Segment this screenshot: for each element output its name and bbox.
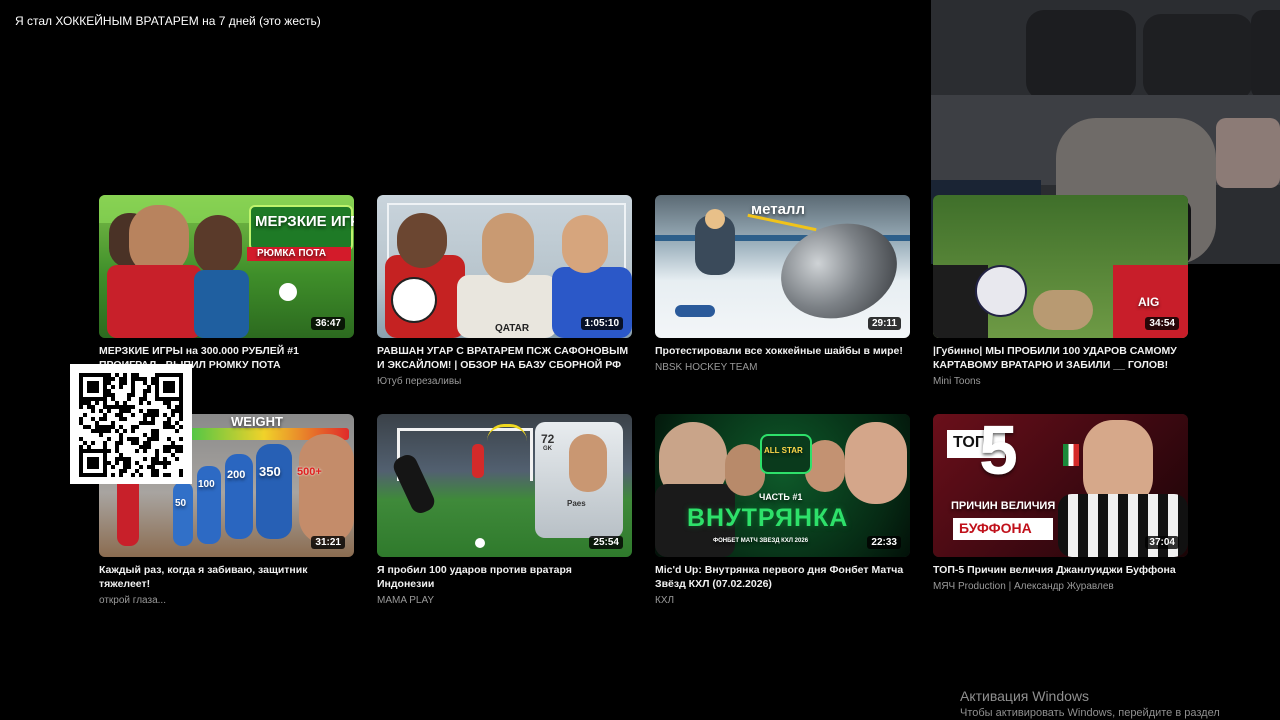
thumbnail-text: ФОНБЕТ МАТЧ ЗВЕЗД КХЛ 2026 [713,538,809,544]
thumbnail-text: 500+ [297,466,322,478]
video-duration: 22:33 [867,536,901,549]
thumbnail-text: 200 [227,469,246,481]
video-duration: 37:04 [1145,536,1179,549]
player-title: Я стал ХОККЕЙНЫМ ВРАТАРЕМ на 7 дней (это… [15,14,321,28]
thumbnail-text: 50 [175,498,187,509]
thumbnail-text: РЮМКА ПОТА [257,248,327,259]
thumbnail-text: Paes [567,499,586,508]
thumbnail-text: 350 [259,464,281,479]
thumbnail-text: ПРИЧИН ВЕЛИЧИЯ [951,500,1056,512]
video-card[interactable]: ALL STAR ЧАСТЬ #1 ВНУТРЯНКА ФОНБЕТ МАТЧ … [655,414,910,607]
windows-activation-watermark: Активация Windows Чтобы активировать Win… [960,688,1220,719]
channel-name[interactable]: Mini Toons [933,375,1188,388]
qr-code [70,364,192,484]
thumbnail-text: 100 [198,479,215,490]
video-title[interactable]: Каждый раз, когда я забиваю, защитник тя… [99,563,354,591]
video-thumbnail[interactable]: МЕРЗКИЕ ИГРЫ РЮМКА ПОТА 36:47 [99,195,354,338]
watermark-subtitle: Чтобы активировать Windows, перейдите в … [960,707,1220,719]
channel-name[interactable]: КХЛ [655,594,910,607]
video-duration: 25:54 [589,536,623,549]
channel-name[interactable]: открой глаза... [99,594,354,607]
channel-name[interactable]: MAMA PLAY [377,594,632,607]
thumbnail-text: ALL STAR [764,446,803,455]
video-title[interactable]: ТОП-5 Причин величия Джанлуиджи Буффона [933,563,1188,577]
video-title[interactable]: Я пробил 100 ударов против вратаря Индон… [377,563,632,591]
video-title[interactable]: РАВШАН УГАР С ВРАТАРЕМ ПСЖ САФОНОВЫМ И Э… [377,344,632,372]
thumbnail-text: WEIGHT [231,414,283,429]
thumbnail-text: AIG [1138,295,1160,309]
video-card[interactable]: QATAR 1:05:10 РАВШАН УГАР С ВРАТАРЕМ ПСЖ… [377,195,632,388]
video-duration: 34:54 [1145,317,1179,330]
video-card[interactable]: 72 GK Paes 25:54 Я пробил 100 ударов про… [377,414,632,607]
video-duration: 36:47 [311,317,345,330]
channel-name[interactable]: NBSK HOCKEY TEAM [655,361,910,374]
video-title[interactable]: Mic'd Up: Внутрянка первого дня Фонбет М… [655,563,910,591]
video-thumbnail[interactable]: ТОП 5 ПРИЧИН ВЕЛИЧИЯ БУФФОНА 37:04 [933,414,1188,557]
channel-name[interactable]: Ютуб перезаливы [377,375,632,388]
video-card[interactable]: МЕРЗКИЕ ИГРЫ РЮМКА ПОТА 36:47 МЕРЗКИЕ ИГ… [99,195,354,388]
video-thumbnail[interactable]: 72 GK Paes 25:54 [377,414,632,557]
video-thumbnail[interactable]: QATAR 1:05:10 [377,195,632,338]
thumbnail-text: ВНУТРЯНКА [687,504,849,532]
thumbnail-text: 5 [979,414,1018,489]
video-thumbnail[interactable]: AIG 34:54 [933,195,1188,338]
thumbnail-text: GK [543,446,552,452]
video-card[interactable]: ТОП 5 ПРИЧИН ВЕЛИЧИЯ БУФФОНА 37:04 ТОП-5… [933,414,1188,593]
video-thumbnail[interactable]: металл 29:11 [655,195,910,338]
video-thumbnail[interactable]: ALL STAR ЧАСТЬ #1 ВНУТРЯНКА ФОНБЕТ МАТЧ … [655,414,910,557]
thumbnail-text: 72 [541,432,555,446]
video-duration: 29:11 [867,317,901,330]
video-title[interactable]: |Губинно| МЫ ПРОБИЛИ 100 УДАРОВ САМОМУ К… [933,344,1188,372]
thumbnail-text: ЧАСТЬ #1 [759,492,803,502]
video-title[interactable]: Протестировали все хоккейные шайбы в мир… [655,344,910,358]
video-card[interactable]: металл 29:11 Протестировали все хоккейны… [655,195,910,374]
watermark-title: Активация Windows [960,688,1090,704]
video-duration: 31:21 [311,536,345,549]
thumbnail-text: QATAR [495,323,530,334]
video-duration: 1:05:10 [580,317,623,330]
channel-name[interactable]: МЯЧ Production | Александр Журавлев [933,580,1188,593]
thumbnail-text: БУФФОНА [959,520,1032,536]
thumbnail-text: МЕРЗКИЕ ИГРЫ [255,213,354,230]
video-card[interactable]: AIG 34:54 |Губинно| МЫ ПРОБИЛИ 100 УДАРО… [933,195,1188,388]
